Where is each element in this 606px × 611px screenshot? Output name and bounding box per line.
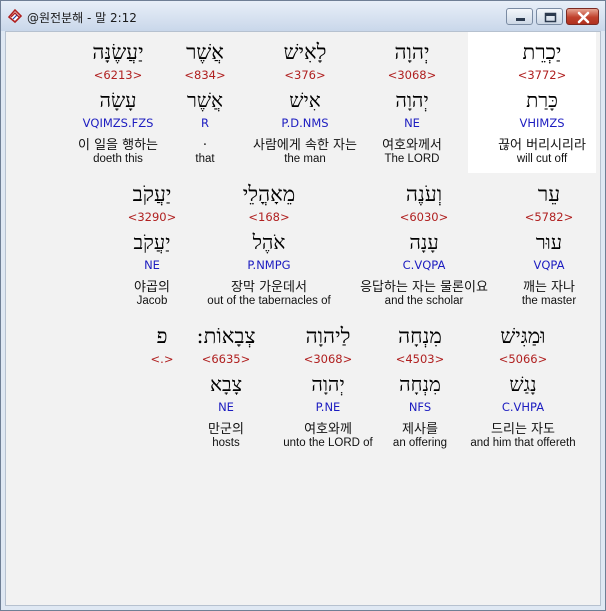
- strong-number[interactable]: <4503>: [380, 352, 460, 366]
- hebrew-word: אֲשֶׁר: [186, 40, 224, 64]
- english-gloss: and the scholar: [384, 295, 464, 307]
- hebrew-word: מִנְחָה: [398, 324, 442, 348]
- english-gloss: and him that offereth: [470, 437, 576, 449]
- korean-gloss: 장막 가운데서: [231, 280, 307, 295]
- hebrew-word: וְעֹנֶה: [405, 182, 443, 206]
- lemma-word: כָּרַת: [526, 88, 558, 112]
- window-title: @원전분해 - 말 2:12: [27, 11, 137, 25]
- app-window: @원전분해 - 말 2:12 יַכְרֵת <3772> כָּרַת VHI…: [0, 0, 606, 611]
- korean-gloss: 만군의: [208, 422, 244, 437]
- hebrew-word: צְבָאוֹת:: [196, 324, 256, 348]
- app-icon: [7, 8, 23, 24]
- korean-gloss: 깨는 자나: [523, 280, 575, 295]
- korean-gloss: 이 일을 행하는: [77, 138, 159, 153]
- korean-gloss: 끊어 버리시리라: [498, 138, 586, 153]
- korean-gloss: 제사를: [402, 422, 438, 437]
- korean-gloss: 응답하는 자는 물론이요: [360, 280, 488, 295]
- hebrew-word: פ: [156, 324, 168, 348]
- morphology-code: VQPA: [533, 258, 565, 272]
- title-bar[interactable]: @원전분해 - 말 2:12: [1, 1, 605, 31]
- hebrew-word: לָאִישׁ: [283, 40, 327, 64]
- morphology-code: NE: [144, 258, 160, 272]
- strong-number[interactable]: <5066>: [478, 352, 568, 366]
- minimize-icon: [516, 18, 525, 21]
- lemma-word: מִנְחָה: [399, 372, 441, 396]
- lemma-word: עוּר: [535, 230, 563, 254]
- minimize-button[interactable]: [506, 8, 533, 25]
- morphology-code: NFS: [408, 400, 432, 414]
- strong-number[interactable]: <3772>: [500, 68, 584, 82]
- lemma-word: אֲשֶׁר: [187, 88, 223, 112]
- korean-gloss: 사람에게 속한 자는: [253, 138, 357, 153]
- english-gloss: out of the tabernacles of: [207, 295, 331, 307]
- korean-gloss: 드리는 자도: [491, 422, 555, 437]
- strong-number[interactable]: <834>: [170, 68, 240, 82]
- hebrew-word: וּמַגִּישׁ: [500, 324, 546, 348]
- close-icon: [577, 11, 590, 24]
- hebrew-word: עֵר: [537, 182, 561, 206]
- strong-number[interactable]: <6213>: [68, 68, 168, 82]
- english-gloss: the man: [284, 153, 326, 165]
- hebrew-word: לַיהוָה: [305, 324, 351, 348]
- strong-number[interactable]: <3068>: [283, 352, 373, 366]
- hebrew-word: יַעֲשֶׂנָּה: [92, 40, 144, 64]
- lemma-word: אֹהֶל: [252, 230, 286, 254]
- morphology-code: P.NE: [315, 400, 341, 414]
- strong-number[interactable]: <3068>: [370, 68, 454, 82]
- english-gloss: the master: [521, 295, 577, 307]
- morphology-code: R: [201, 116, 209, 130]
- analysis-panel: יַכְרֵת <3772> כָּרַת VHIMZS 끊어 버리시리라 wi…: [5, 31, 601, 606]
- lemma-word: עָנָה: [409, 230, 439, 254]
- strong-number[interactable]: <3290>: [112, 210, 192, 224]
- hebrew-word: מֵאָהֳלֵי: [242, 182, 296, 206]
- korean-gloss: 여호와께: [304, 422, 352, 437]
- lemma-word: יְהוָה: [395, 88, 429, 112]
- morphology-code: P.D.NMS: [281, 116, 329, 130]
- morphology-code: C.VQPA: [402, 258, 446, 272]
- english-gloss: Jacob: [136, 295, 168, 307]
- strong-number[interactable]: <6030>: [374, 210, 474, 224]
- lemma-word: יַעֲקֹב: [133, 230, 171, 254]
- lemma-word: יְהוָה: [311, 372, 345, 396]
- maximize-button[interactable]: [536, 8, 563, 25]
- lemma-word: עָשָׂה: [99, 88, 137, 112]
- morphology-code: VQIMZS.FZS: [82, 116, 154, 130]
- morphology-code: VHIMZS: [519, 116, 565, 130]
- strong-number[interactable]: <.>: [142, 352, 182, 366]
- strong-number[interactable]: <5782>: [509, 210, 589, 224]
- strong-number[interactable]: <376>: [255, 68, 355, 82]
- strong-number[interactable]: <6635>: [186, 352, 266, 366]
- lemma-word: אִישׁ: [289, 88, 321, 112]
- english-gloss: will cut off: [516, 153, 568, 165]
- morphology-code: NE: [404, 116, 420, 130]
- morphology-code: C.VHPA: [501, 400, 545, 414]
- hebrew-word: יַכְרֵת: [522, 40, 562, 64]
- english-gloss: unto the LORD of: [283, 437, 373, 449]
- korean-gloss: 야곱의: [134, 280, 170, 295]
- korean-gloss: .: [202, 134, 208, 149]
- english-gloss: The LORD: [384, 153, 440, 165]
- english-gloss: that: [195, 153, 215, 165]
- english-gloss: doeth this: [93, 153, 143, 165]
- lemma-word: נָגַשׁ: [509, 372, 537, 396]
- english-gloss: hosts: [212, 437, 240, 449]
- maximize-icon: [544, 12, 557, 23]
- morphology-code: NE: [218, 400, 234, 414]
- lemma-word: צָבָא: [209, 372, 243, 396]
- strong-number[interactable]: <168>: [209, 210, 329, 224]
- close-button[interactable]: [566, 8, 599, 25]
- hebrew-word: יַעֲקֹב: [132, 182, 172, 206]
- morphology-code: P.NMPG: [247, 258, 291, 272]
- hebrew-word: יְהוָה: [394, 40, 430, 64]
